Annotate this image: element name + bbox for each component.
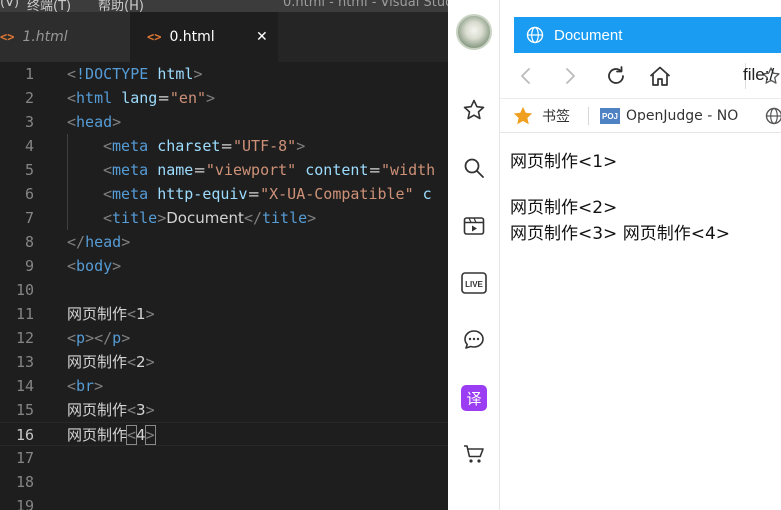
reload-icon[interactable] bbox=[601, 61, 631, 91]
bookmark-bar: 书签 POJ OpenJudge - NO bbox=[500, 99, 781, 133]
cart-icon[interactable] bbox=[458, 438, 490, 470]
code-line: 8 </head> bbox=[0, 230, 448, 254]
tab-label: 0.html bbox=[169, 29, 215, 45]
page-text-line: 网页制作<1> bbox=[510, 152, 618, 172]
address-text[interactable]: file:/ bbox=[743, 65, 774, 85]
close-icon[interactable]: ✕ bbox=[256, 29, 268, 45]
code-line: 13 网页制作<2> bbox=[0, 350, 448, 374]
bookmark-label: 书签 bbox=[542, 109, 570, 125]
code-line: 2 <html lang="en"> bbox=[0, 86, 448, 110]
line-number: 1 bbox=[24, 65, 34, 83]
forward-icon[interactable] bbox=[555, 61, 585, 91]
code-line-current: 16 网页制作<4> bbox=[0, 422, 448, 446]
code-line: 15 网页制作<3> bbox=[0, 398, 448, 422]
line-number: 11 bbox=[15, 305, 34, 323]
line-number: 14 bbox=[15, 377, 34, 395]
line-number: 13 bbox=[15, 353, 34, 371]
code-text: 网页制作 bbox=[67, 401, 128, 419]
browser-tab-document[interactable]: Document bbox=[514, 17, 781, 53]
line-number: 18 bbox=[15, 473, 34, 491]
line-number: 7 bbox=[24, 209, 34, 227]
code-text: 网页制作 bbox=[67, 305, 128, 323]
code-line: 18 bbox=[0, 470, 448, 494]
menu-bar: (V) 终端(T) 帮助(H) 0.html - html - Visual S… bbox=[0, 0, 448, 12]
line-number: 6 bbox=[24, 185, 34, 203]
bookmark-label: OpenJudge - NO bbox=[626, 108, 739, 124]
browser-window: LIVE 译 Document file:/ 书签 POJ OpenJudge … bbox=[448, 0, 781, 510]
code-line: 14 <br> bbox=[0, 374, 448, 398]
code-text: 网页制作 bbox=[67, 353, 128, 371]
vscode-window: (V) 终端(T) 帮助(H) 0.html - html - Visual S… bbox=[0, 0, 448, 510]
bookmark-folder[interactable]: 书签 bbox=[512, 99, 570, 132]
html-file-icon: <> bbox=[147, 30, 162, 44]
code-editor[interactable]: 1 <!DOCTYPE html> 2 <html lang="en"> 3 <… bbox=[0, 62, 448, 510]
code-line: 17 bbox=[0, 446, 448, 470]
browser-sidebar: LIVE 译 bbox=[448, 0, 500, 510]
code-line: 10 bbox=[0, 278, 448, 302]
code-line: 4 <meta charset="UTF-8"> bbox=[0, 134, 448, 158]
line-number: 15 bbox=[15, 401, 34, 419]
translate-icon[interactable]: 译 bbox=[458, 382, 490, 414]
avatar[interactable] bbox=[456, 14, 492, 50]
live-label: LIVE bbox=[465, 280, 483, 289]
menu-item-view[interactable]: (V) bbox=[0, 0, 19, 10]
star-icon bbox=[512, 105, 534, 127]
line-number: 2 bbox=[24, 89, 34, 107]
tab-title: Document bbox=[554, 26, 623, 44]
live-icon[interactable]: LIVE bbox=[458, 267, 490, 299]
window-title: 0.html - html - Visual Studio Code bbox=[283, 0, 448, 10]
line-number: 5 bbox=[24, 161, 34, 179]
page-text-line: 网页制作<3> 网页制作<4> bbox=[510, 224, 731, 244]
code-line: 7 <title>Document</title> bbox=[0, 206, 448, 230]
tab-label: 1.html bbox=[22, 29, 68, 45]
line-number: 3 bbox=[24, 113, 34, 131]
browser-nav-bar: file:/ bbox=[500, 53, 781, 99]
video-icon[interactable] bbox=[458, 210, 490, 242]
code-line: 19 bbox=[0, 494, 448, 510]
line-number: 10 bbox=[15, 281, 34, 299]
back-icon[interactable] bbox=[511, 61, 541, 91]
editor-tab-bar: <> 1.html <> 0.html ✕ bbox=[0, 12, 448, 62]
line-number: 17 bbox=[15, 449, 34, 467]
chat-icon[interactable] bbox=[458, 324, 490, 356]
bookmark-openjudge[interactable]: POJ OpenJudge - NO bbox=[600, 99, 739, 132]
page-content: 网页制作<1> 网页制作<2> 网页制作<3> 网页制作<4> bbox=[500, 133, 781, 510]
poj-icon: POJ bbox=[600, 108, 620, 124]
globe-icon bbox=[526, 26, 544, 44]
code-line: 6 <meta http-equiv="X-UA-Compatible" c bbox=[0, 182, 448, 206]
page-text-line: 网页制作<2> bbox=[510, 198, 618, 218]
code-line: 12 <p></p> bbox=[0, 326, 448, 350]
search-icon[interactable] bbox=[458, 152, 490, 184]
tab-0-html[interactable]: <> 0.html ✕ bbox=[130, 12, 278, 62]
home-icon[interactable] bbox=[645, 61, 675, 91]
code-line: 3 <head> bbox=[0, 110, 448, 134]
bookmark-separator bbox=[588, 107, 589, 125]
line-number: 12 bbox=[15, 329, 34, 347]
line-number: 4 bbox=[24, 137, 34, 155]
code-line: 9 <body> bbox=[0, 254, 448, 278]
code-line: 1 <!DOCTYPE html> bbox=[0, 62, 448, 86]
code-line: 5 <meta name="viewport" content="width bbox=[0, 158, 448, 182]
translate-glyph: 译 bbox=[461, 385, 487, 411]
code-text: 网页制作 bbox=[67, 426, 128, 444]
tab-1-html[interactable]: <> 1.html bbox=[0, 12, 130, 62]
line-number: 19 bbox=[15, 497, 34, 510]
globe-icon[interactable] bbox=[765, 99, 781, 132]
address-value: file:/ bbox=[743, 65, 775, 84]
line-number: 16 bbox=[15, 426, 34, 444]
star-icon[interactable] bbox=[458, 94, 490, 126]
menu-item-terminal[interactable]: 终端(T) bbox=[27, 0, 71, 12]
html-file-icon: <> bbox=[0, 30, 15, 44]
line-number: 8 bbox=[24, 233, 34, 251]
line-number: 9 bbox=[24, 257, 34, 275]
menu-item-help[interactable]: 帮助(H) bbox=[98, 0, 144, 12]
code-line: 11 网页制作<1> bbox=[0, 302, 448, 326]
